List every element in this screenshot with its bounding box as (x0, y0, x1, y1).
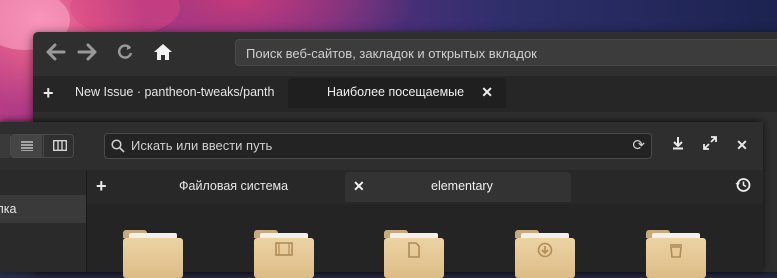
sidebar: апка (0, 170, 87, 272)
back-icon[interactable] (45, 43, 67, 63)
wallpaper-petal (70, 0, 180, 35)
document-icon (384, 242, 444, 262)
path-placeholder: Искать или ввести путь (131, 138, 273, 153)
trash-icon (646, 242, 706, 262)
nav-button-stub[interactable] (0, 134, 10, 158)
file-tabbar: + Файловая система ✕ elementary (87, 170, 763, 204)
documents-folder-icon[interactable] (384, 230, 444, 278)
path-search-input[interactable]: Искать или ввести путь ⟳ (104, 133, 652, 159)
tab-most-visited[interactable]: Наиболее посещаемые ✕ (288, 78, 506, 108)
maximize-icon[interactable] (701, 136, 719, 154)
download-icon (515, 242, 575, 262)
browser-tabbar: + New Issue · pantheon-tweaks/panth Наиб… (33, 76, 777, 112)
reload-icon[interactable] (114, 43, 136, 63)
view-mode-switcher (10, 134, 74, 158)
home-icon[interactable] (152, 43, 174, 63)
downloads-folder-icon[interactable] (515, 230, 575, 278)
folder-icon[interactable] (123, 230, 183, 278)
file-view: + Файловая система ✕ elementary (87, 170, 763, 278)
sidebar-item[interactable]: апка (0, 195, 86, 223)
tab-elementary[interactable]: ✕ elementary (345, 172, 571, 202)
history-icon[interactable] (735, 177, 751, 197)
close-tab-icon[interactable]: ✕ (481, 84, 493, 101)
videos-folder-icon[interactable] (254, 230, 314, 278)
file-manager-toolbar: Искать или ввести путь ⟳ ✕ (0, 122, 763, 170)
new-tab-button[interactable]: + (96, 177, 107, 195)
download-icon[interactable] (669, 136, 687, 154)
new-tab-button[interactable]: + (43, 84, 54, 102)
search-input[interactable]: Поиск веб-сайтов, закладок и открытых вк… (235, 39, 777, 66)
trash-folder-icon[interactable] (646, 230, 706, 278)
forward-icon[interactable] (76, 43, 98, 63)
close-window-icon[interactable]: ✕ (733, 136, 751, 154)
file-manager-window: Искать или ввести путь ⟳ ✕ апка + Файлов… (0, 122, 763, 278)
list-view-icon[interactable] (11, 135, 42, 157)
browser-toolbar: Поиск веб-сайтов, закладок и открытых вк… (33, 32, 777, 74)
film-icon (254, 242, 314, 260)
column-view-icon[interactable] (43, 135, 75, 157)
search-icon (111, 134, 125, 161)
tab-label: elementary (431, 179, 493, 193)
close-tab-icon[interactable]: ✕ (353, 178, 365, 195)
tab-label: Наиболее посещаемые (327, 85, 465, 99)
tab-filesystem[interactable]: Файловая система (179, 179, 288, 193)
reload-icon[interactable]: ⟳ (632, 134, 645, 158)
file-grid (87, 204, 763, 278)
tab-new-issue[interactable]: New Issue · pantheon-tweaks/panth (75, 85, 280, 99)
